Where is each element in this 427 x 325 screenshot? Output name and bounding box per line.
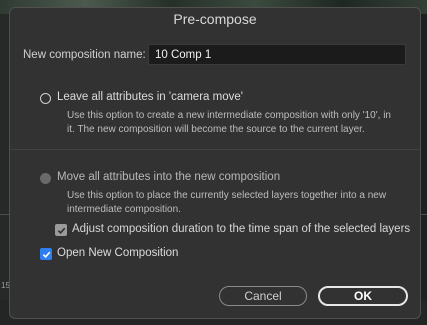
- cancel-button[interactable]: Cancel: [219, 286, 307, 306]
- dialog-title: Pre-compose: [173, 11, 257, 27]
- composition-name-input[interactable]: [148, 44, 406, 65]
- composition-name-label: New composition name:: [23, 49, 146, 61]
- move-attributes-label[interactable]: Move all attributes into the new composi…: [57, 171, 280, 183]
- leave-attributes-description-line1: Use this option to create a new intermed…: [67, 110, 391, 121]
- move-attributes-description-line2: intermediate composition.: [67, 204, 181, 215]
- adjust-duration-checkbox[interactable]: [55, 224, 67, 236]
- leave-attributes-label[interactable]: Leave all attributes in 'camera move': [57, 91, 243, 103]
- pre-compose-dialog: Pre-compose New composition name: Leave …: [9, 7, 421, 319]
- move-attributes-radio[interactable]: [40, 173, 51, 184]
- leave-attributes-radio[interactable]: [40, 93, 51, 104]
- check-icon: [57, 227, 65, 234]
- separator: [10, 149, 420, 150]
- open-new-composition-label[interactable]: Open New Composition: [57, 247, 178, 259]
- adjust-duration-label[interactable]: Adjust composition duration to the time …: [72, 223, 410, 235]
- check-icon: [42, 251, 50, 258]
- move-attributes-description-line1: Use this option to place the currently s…: [67, 190, 387, 201]
- open-new-composition-checkbox[interactable]: [40, 248, 52, 260]
- ok-button[interactable]: OK: [318, 286, 408, 306]
- leave-attributes-description-line2: it. The new composition will become the …: [67, 124, 365, 135]
